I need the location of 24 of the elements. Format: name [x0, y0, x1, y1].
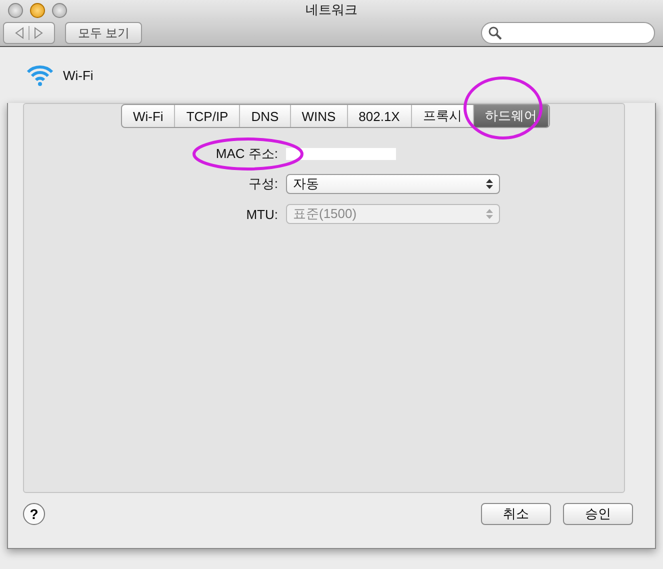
wifi-icon	[25, 62, 55, 88]
search-icon	[488, 26, 502, 40]
minimize-button[interactable]	[30, 3, 45, 18]
cancel-button[interactable]: 취소	[481, 503, 551, 525]
service-name: Wi-Fi	[63, 68, 94, 83]
popup-menu[interactable]: 자동	[286, 174, 500, 194]
tab[interactable]: 하드웨어	[474, 105, 549, 127]
tab[interactable]: DNS	[240, 105, 291, 127]
tab[interactable]: WINS	[290, 105, 348, 127]
window-title: 네트워크	[306, 1, 358, 19]
up-down-arrows-icon	[486, 178, 493, 190]
search-field[interactable]	[481, 22, 655, 44]
tab[interactable]: TCP/IP	[175, 105, 240, 127]
up-down-arrows-icon	[486, 208, 493, 220]
field-label: 구성:	[248, 176, 278, 191]
mac-address-label: MAC 주소:	[216, 146, 278, 161]
back-forward-control[interactable]	[3, 22, 55, 44]
zoom-button[interactable]	[52, 3, 67, 18]
tab[interactable]: 802.1X	[348, 105, 412, 127]
field-label: MTU:	[246, 206, 278, 222]
ok-button[interactable]: 승인	[563, 503, 633, 525]
help-button[interactable]: ?	[23, 503, 45, 525]
show-all-button[interactable]: 모두 보기	[65, 22, 142, 44]
close-button[interactable]	[8, 3, 23, 18]
